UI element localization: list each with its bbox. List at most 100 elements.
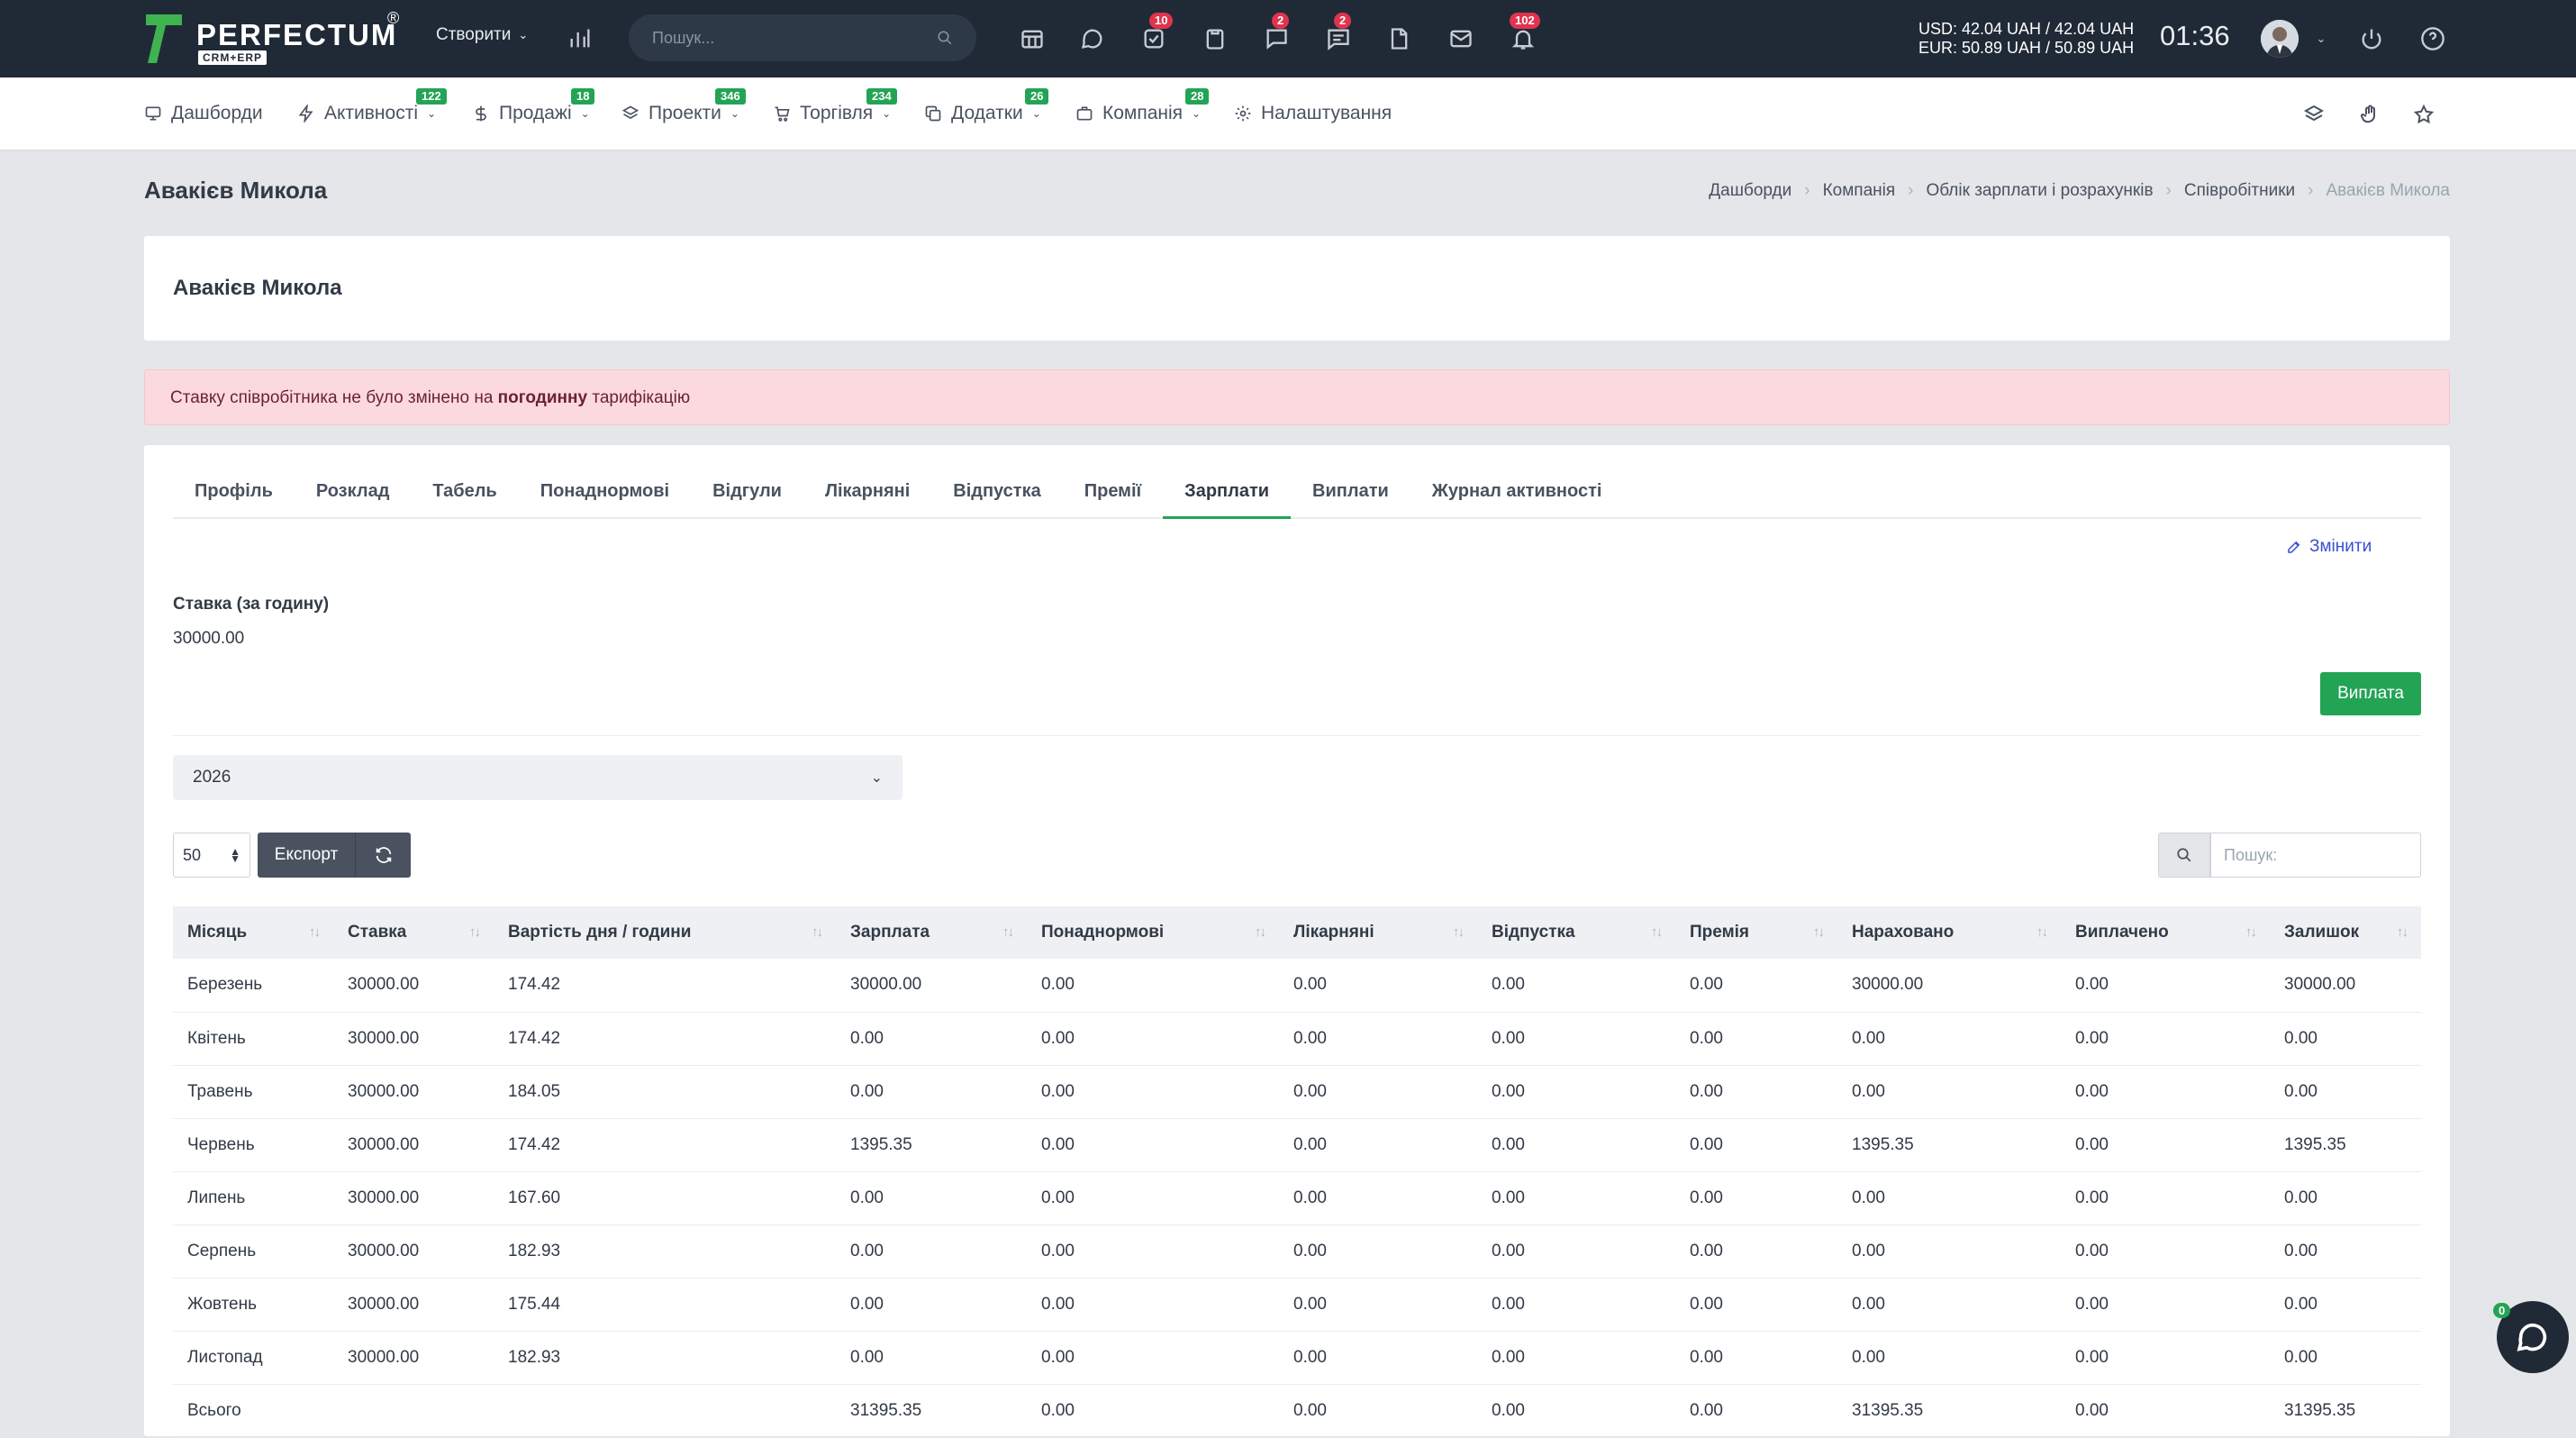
nav-trade[interactable]: Торгівля ⌄ 234 (773, 88, 897, 124)
rate-alert: Ставку співробітника не було змінено на … (144, 369, 2450, 425)
table-cell: Березень (173, 959, 333, 1013)
nav-projects[interactable]: Проекти ⌄ 346 (621, 88, 746, 124)
clipboard-icon[interactable] (1200, 23, 1230, 54)
layers-icon[interactable] (2300, 101, 2327, 128)
global-search-input[interactable] (652, 28, 922, 48)
export-button[interactable]: Експорт (258, 833, 355, 878)
column-header[interactable]: Виплачено ↑↓ (2061, 906, 2270, 959)
table-cell: 30000.00 (333, 1118, 494, 1172)
user-menu-chevron-icon[interactable]: ⌄ (2306, 23, 2336, 54)
sort-arrows-icon: ▲ ▼ (230, 845, 240, 865)
column-header[interactable]: Лікарняні ↑↓ (1279, 906, 1477, 959)
avatar[interactable] (2261, 20, 2299, 58)
chevron-down-icon: ⌄ (1031, 107, 1041, 120)
table-cell: 0.00 (1837, 1331, 2061, 1385)
nav-company[interactable]: Компанія ⌄ 28 (1075, 88, 1210, 124)
tab-schedule[interactable]: Розклад (295, 478, 412, 519)
column-header[interactable]: Ставка ↑↓ (333, 906, 494, 959)
column-header[interactable]: Зарплата ↑↓ (836, 906, 1027, 959)
table-row: Квітень 30000.00 174.42 0.00 0.00 0.00 0.00 0.0… (173, 1012, 2421, 1066)
edit-label: Змінити (2309, 537, 2372, 556)
column-header[interactable]: Відпустка ↑↓ (1477, 906, 1675, 959)
page-length-select[interactable]: 50 ▲ ▼ (173, 833, 250, 878)
sort-icon: ↑↓ (309, 924, 321, 940)
tab-timesheet[interactable]: Табель (411, 478, 518, 519)
table-cell: 175.44 (494, 1278, 836, 1332)
table-cell: 0.00 (1027, 1065, 1279, 1119)
tab-time-off[interactable]: Відгули (691, 478, 803, 519)
global-search[interactable] (629, 14, 976, 61)
power-icon[interactable] (2356, 23, 2387, 54)
year-select[interactable]: 2026 ⌄ (173, 755, 903, 800)
table-cell: 31395.35 (836, 1384, 1027, 1438)
table-cell: 0.00 (2061, 1278, 2270, 1332)
user-avatar-icon (2261, 20, 2299, 58)
column-header[interactable]: Нараховано ↑↓ (1837, 906, 2061, 959)
hand-icon[interactable] (2356, 101, 2383, 128)
nav-sales[interactable]: Продажі ⌄ 18 (472, 88, 595, 124)
tab-vacation[interactable]: Відпустка (931, 478, 1062, 519)
edit-rate-link[interactable]: Змінити (2286, 537, 2372, 557)
tab-payments[interactable]: Виплати (1291, 478, 1410, 519)
table-cell: 0.00 (1279, 959, 1477, 1013)
calendar-table-icon[interactable] (1017, 23, 1048, 54)
table-cell: 0.00 (2270, 1171, 2421, 1225)
column-header[interactable]: Премія ↑↓ (1675, 906, 1837, 959)
nav-activities[interactable]: Активності ⌄ 122 (297, 88, 447, 124)
table-cell: 182.93 (494, 1224, 836, 1279)
create-dropdown[interactable]: Створити ⌄ (436, 25, 528, 45)
pay-button[interactable]: Виплата (2320, 672, 2421, 715)
discussion-icon[interactable]: 2 (1323, 13, 1354, 54)
tab-overtime[interactable]: Понаднормові (519, 478, 691, 519)
stats-icon[interactable] (565, 23, 595, 54)
nav-badge: 28 (1185, 88, 1210, 105)
table-cell: 31395.35 (1837, 1384, 2061, 1438)
column-header[interactable]: Місяць ↑↓ (173, 906, 333, 959)
mail-icon[interactable] (1446, 23, 1476, 54)
document-icon[interactable] (1383, 23, 1414, 54)
logo[interactable]: PERFECTUM ® CRM+ERP (144, 9, 405, 67)
column-header[interactable]: Вартість дня / години ↑↓ (494, 906, 836, 959)
message-icon[interactable]: 2 (1261, 13, 1292, 54)
help-icon[interactable] (2417, 23, 2448, 54)
page-length-value: 50 (183, 845, 202, 864)
column-header-label: Ставка (348, 923, 407, 942)
nav-label: Активності (324, 103, 418, 123)
nav-dashboards[interactable]: Дашборди (144, 103, 263, 124)
bell-icon[interactable]: 102 (1508, 13, 1540, 54)
table-cell: 0.00 (2061, 1012, 2270, 1066)
table-search-input[interactable] (2210, 833, 2421, 878)
sort-icon: ↑↓ (1255, 924, 1266, 940)
breadcrumb-payroll[interactable]: Облік зарплати і розрахунків (1926, 181, 2153, 201)
tab-activity-log[interactable]: Журнал активності (1410, 478, 1624, 519)
salary-table: Місяць ↑↓ Ставка ↑↓ Вартість дня / години ↑↓ З… (173, 906, 2421, 1438)
breadcrumb-company[interactable]: Компанія (1823, 181, 1896, 201)
chat-bubble-icon[interactable] (1077, 23, 1108, 54)
tab-profile[interactable]: Профіль (173, 478, 295, 519)
column-header[interactable]: Понаднормові ↑↓ (1027, 906, 1279, 959)
breadcrumb-employees[interactable]: Співробітники (2184, 181, 2295, 201)
table-cell: Жовтень (173, 1278, 333, 1332)
nav-addons[interactable]: Додатки ⌄ 26 (924, 88, 1049, 124)
table-cell: 0.00 (1279, 1065, 1477, 1119)
star-icon[interactable] (2410, 101, 2437, 128)
table-cell: 0.00 (1279, 1171, 1477, 1225)
table-cell: 0.00 (1837, 1012, 2061, 1066)
copy-icon (925, 105, 941, 122)
tab-bonuses[interactable]: Премії (1063, 478, 1163, 519)
table-cell: 0.00 (2061, 1331, 2270, 1385)
column-header[interactable]: Залишок ↑↓ (2270, 906, 2421, 959)
table-cell: 1395.35 (2270, 1118, 2421, 1172)
nav-badge: 234 (866, 88, 897, 105)
tab-salaries[interactable]: Зарплати (1163, 478, 1292, 519)
tasks-icon[interactable]: 10 (1138, 13, 1174, 54)
sort-icon: ↑↓ (1453, 924, 1465, 940)
table-cell: 0.00 (836, 1224, 1027, 1279)
table-body: Березень 30000.00 174.42 30000.00 0.00 0.00 0.… (173, 959, 2421, 1438)
nav-settings[interactable]: Налаштування (1234, 103, 1392, 124)
table-search-button[interactable] (2158, 833, 2210, 878)
refresh-button[interactable] (355, 833, 411, 878)
tab-sick-leave[interactable]: Лікарняні (803, 478, 931, 519)
breadcrumb-dashboards[interactable]: Дашборди (1709, 181, 1791, 201)
nav-label: Проекти (649, 103, 721, 123)
